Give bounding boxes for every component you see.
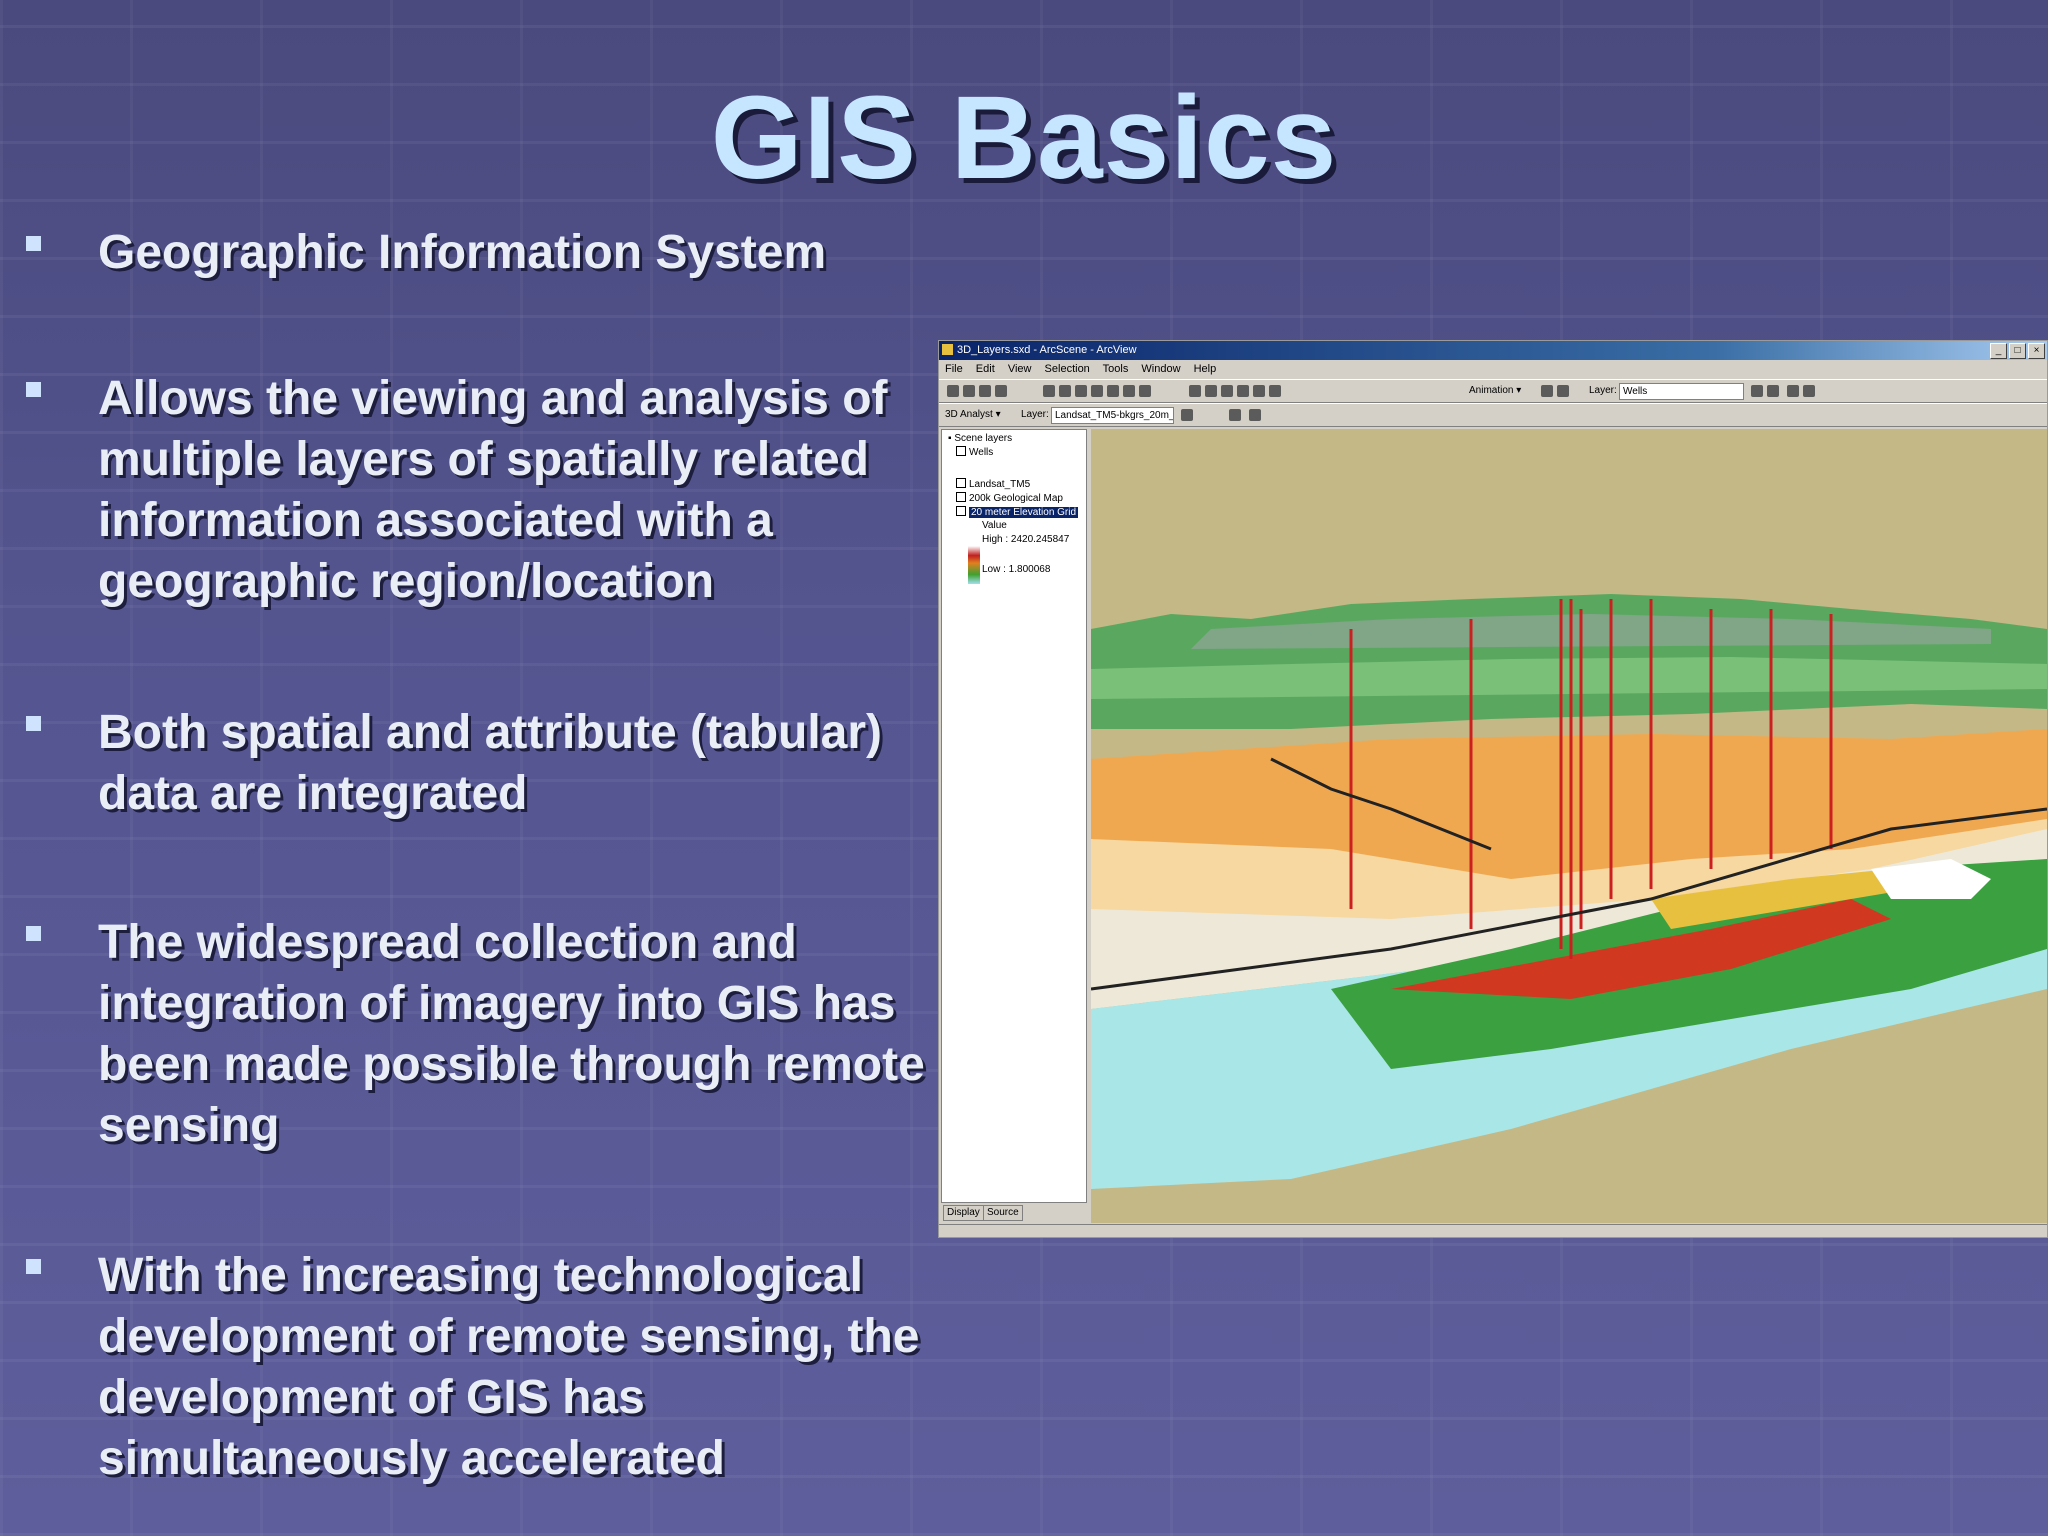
window-controls: _ □ × bbox=[1990, 343, 2045, 359]
bullet-square-icon bbox=[26, 1259, 41, 1274]
identify-icon[interactable] bbox=[1205, 385, 1217, 397]
maximize-button[interactable]: □ bbox=[2009, 343, 2026, 359]
toc-layer-geology[interactable]: 200k Geological Map bbox=[956, 492, 1063, 504]
legend-low: Low : 1.800068 bbox=[982, 564, 1051, 575]
open-icon[interactable] bbox=[963, 385, 975, 397]
layer-tool-icon[interactable] bbox=[1767, 385, 1779, 397]
menu-view[interactable]: View bbox=[1008, 363, 1032, 375]
globe-icon[interactable] bbox=[1221, 385, 1233, 397]
layer-label: Layer: bbox=[1589, 385, 1617, 396]
checkbox[interactable] bbox=[956, 492, 966, 502]
menu-file[interactable]: File bbox=[945, 363, 963, 375]
bullet-square-icon bbox=[26, 716, 41, 731]
info-icon[interactable] bbox=[1253, 385, 1265, 397]
toc-layer-elevation[interactable]: 20 meter Elevation Grid bbox=[956, 506, 1079, 518]
window-titlebar: 3D_Layers.sxd - ArcScene - ArcView _ □ × bbox=[939, 341, 2047, 360]
animation-dropdown[interactable]: Animation ▾ bbox=[1469, 383, 1521, 398]
menu-tools[interactable]: Tools bbox=[1103, 363, 1129, 375]
legend-title: Value bbox=[982, 520, 1007, 531]
status-bar bbox=[939, 1224, 2047, 1237]
checkbox[interactable] bbox=[956, 506, 966, 516]
add-data-icon[interactable] bbox=[1043, 385, 1055, 397]
full-extent-icon[interactable] bbox=[1139, 385, 1151, 397]
window-title: 3D_Layers.sxd - ArcScene - ArcView bbox=[957, 344, 1137, 356]
fly-icon[interactable] bbox=[1075, 385, 1087, 397]
target-icon[interactable] bbox=[1237, 385, 1249, 397]
layer-select[interactable]: Wells bbox=[1619, 383, 1744, 400]
layer-tool-icon[interactable] bbox=[1787, 385, 1799, 397]
checkbox[interactable] bbox=[956, 478, 966, 488]
scene-render bbox=[1091, 429, 2047, 1223]
toc-root[interactable]: ▪ Scene layers bbox=[948, 433, 1012, 444]
line-of-sight-icon[interactable] bbox=[1229, 409, 1241, 421]
analyst-toolbar: 3D Analyst ▾ Layer: Landsat_TM5-bkgrs_20… bbox=[939, 403, 2047, 427]
zoom-out-icon[interactable] bbox=[1107, 385, 1119, 397]
bullet-square-icon bbox=[26, 926, 41, 941]
app-icon bbox=[942, 344, 953, 355]
table-icon[interactable] bbox=[1557, 385, 1569, 397]
zoom-in-icon[interactable] bbox=[1091, 385, 1103, 397]
save-icon[interactable] bbox=[979, 385, 991, 397]
3d-analyst-dropdown[interactable]: 3D Analyst ▾ bbox=[945, 407, 1001, 422]
contour-icon[interactable] bbox=[1181, 409, 1193, 421]
new-icon[interactable] bbox=[947, 385, 959, 397]
bullet-text: Allows the viewing and analysis of multi… bbox=[98, 372, 888, 608]
standard-toolbar: Animation ▾ Layer: Wells bbox=[939, 379, 2047, 403]
layer-label: Layer: bbox=[1021, 409, 1049, 420]
checkbox[interactable] bbox=[956, 446, 966, 456]
arcscene-screenshot: 3D_Layers.sxd - ArcScene - ArcView _ □ ×… bbox=[938, 340, 2048, 1238]
bullet-square-icon bbox=[26, 382, 41, 397]
print-icon[interactable] bbox=[995, 385, 1007, 397]
profile-icon[interactable] bbox=[1249, 409, 1261, 421]
bullet-text: With the increasing technological develo… bbox=[98, 1249, 920, 1485]
elevation-color-ramp bbox=[968, 546, 980, 584]
menu-help[interactable]: Help bbox=[1194, 363, 1217, 375]
select-icon[interactable] bbox=[1189, 385, 1201, 397]
menu-window[interactable]: Window bbox=[1141, 363, 1180, 375]
layer-tool-icon[interactable] bbox=[1751, 385, 1763, 397]
tab-source[interactable]: Source bbox=[983, 1205, 1023, 1221]
navigate-icon[interactable] bbox=[1059, 385, 1071, 397]
layer-tool-icon[interactable] bbox=[1803, 385, 1815, 397]
close-button[interactable]: × bbox=[2028, 343, 2045, 359]
pan-icon[interactable] bbox=[1123, 385, 1135, 397]
toc-layer-wells[interactable]: Wells bbox=[956, 446, 993, 458]
bullet-text: The widespread collection and integratio… bbox=[98, 916, 925, 1152]
3d-scene-view[interactable] bbox=[1091, 429, 2047, 1223]
table-of-contents: ▪ Scene layers Wells Landsat_TM5 200k Ge… bbox=[941, 429, 1087, 1203]
toc-layer-landsat[interactable]: Landsat_TM5 bbox=[956, 478, 1030, 490]
bullet-square-icon bbox=[26, 236, 41, 251]
menu-bar: File Edit View Selection Tools Window He… bbox=[939, 360, 2047, 378]
bullet-text: Both spatial and attribute (tabular) dat… bbox=[98, 706, 883, 820]
camera-icon[interactable] bbox=[1541, 385, 1553, 397]
bullet-text: Geographic Information System bbox=[98, 226, 827, 279]
binoculars-icon[interactable] bbox=[1269, 385, 1281, 397]
toc-tabs: Display Source bbox=[941, 1203, 1085, 1223]
minimize-button[interactable]: _ bbox=[1990, 343, 2007, 359]
slide-title: GIS Basics bbox=[710, 72, 1338, 204]
menu-edit[interactable]: Edit bbox=[976, 363, 995, 375]
analysis-layer-select[interactable]: Landsat_TM5-bkgrs_20m_ bbox=[1051, 407, 1174, 424]
menu-selection[interactable]: Selection bbox=[1045, 363, 1090, 375]
tab-display[interactable]: Display bbox=[943, 1205, 984, 1221]
legend-high: High : 2420.245847 bbox=[982, 534, 1070, 545]
